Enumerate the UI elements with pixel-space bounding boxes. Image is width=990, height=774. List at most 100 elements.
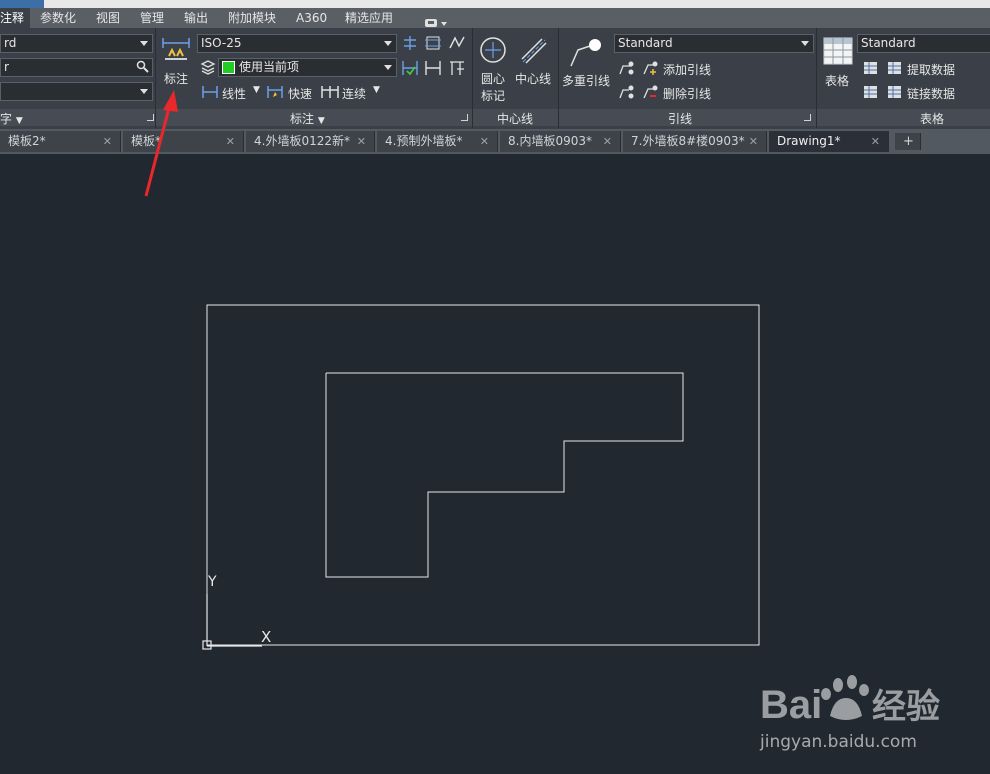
dimension-big-icon[interactable] <box>161 36 191 70</box>
panel-separator <box>558 28 559 128</box>
linear-dim-icon[interactable] <box>201 84 219 104</box>
text-panel-title[interactable]: 字 ▼ <box>0 110 23 127</box>
center-mark-label-1[interactable]: 圆心 <box>481 70 505 87</box>
leader-panel-launcher-icon[interactable] <box>804 114 811 121</box>
linear-dim-label[interactable]: 线性 <box>222 85 246 102</box>
close-icon[interactable]: ✕ <box>871 131 880 152</box>
table-style-combo[interactable]: Standard <box>857 34 990 53</box>
tab-parametric[interactable]: 参数化 <box>40 8 76 28</box>
doc-tab[interactable]: 模板2* ✕ <box>0 131 121 152</box>
dim-break-icon[interactable] <box>401 34 419 56</box>
ucs-icon <box>202 594 262 650</box>
extract-data-icon[interactable] <box>886 60 904 80</box>
leader-style-combo[interactable]: Standard <box>614 34 814 53</box>
tab-addins[interactable]: 附加模块 <box>228 8 276 28</box>
continue-dim-icon[interactable] <box>320 84 340 104</box>
svg-text:经验: 经验 <box>872 687 940 726</box>
close-icon[interactable]: ✕ <box>103 131 112 152</box>
dim-panel-title[interactable]: 标注 ▼ <box>290 110 325 127</box>
tab-manage[interactable]: 管理 <box>140 8 164 28</box>
text-height-value: r <box>4 60 9 74</box>
doc-tab-label: 4.预制外墙板* <box>385 134 463 148</box>
multileader-icon[interactable] <box>568 36 604 74</box>
tab-featured-apps[interactable]: 精选应用 <box>345 8 393 28</box>
text-height-combo[interactable]: r <box>0 58 153 77</box>
add-leader-label[interactable]: 添加引线 <box>663 61 711 78</box>
link-data-icon[interactable] <box>886 84 904 104</box>
table-panel-title: 表格 <box>920 112 945 126</box>
layer-stack-icon[interactable] <box>200 59 216 79</box>
close-icon[interactable]: ✕ <box>357 131 366 152</box>
quick-access-accent <box>0 0 44 8</box>
dim-panel-launcher-icon[interactable] <box>461 114 468 121</box>
doc-tab-label: Drawing1* <box>777 134 841 148</box>
doc-tab[interactable]: 4.外墙板0122新* ✕ <box>246 131 375 152</box>
close-icon[interactable]: ✕ <box>480 131 489 152</box>
doc-tab[interactable]: 8.内墙板0903* ✕ <box>500 131 621 152</box>
remove-leader-icon[interactable] <box>641 84 659 104</box>
window-top-strip <box>0 0 990 8</box>
quick-dim-icon[interactable] <box>266 84 284 104</box>
baidu-watermark: Bai 经验 jingyan.baidu.com <box>760 670 975 760</box>
tab-a360[interactable]: A360 <box>296 8 327 28</box>
table-label[interactable]: 表格 <box>825 72 849 89</box>
dim-layer-combo[interactable]: 使用当前项 <box>218 58 397 77</box>
center-mark-label-2[interactable]: 标记 <box>481 87 505 104</box>
continue-dropdown-icon[interactable]: ▼ <box>373 85 380 95</box>
doc-tab[interactable]: 4.预制外墙板* ✕ <box>377 131 498 152</box>
tab-output[interactable]: 输出 <box>184 8 208 28</box>
text-panel-title-label: 字 <box>0 112 13 126</box>
linear-dropdown-icon[interactable]: ▼ <box>253 85 260 95</box>
dim-inspect-icon[interactable] <box>424 34 442 56</box>
add-leader-icon[interactable] <box>641 60 659 80</box>
centerline-panel-title: 中心线 <box>497 112 534 126</box>
dim-layer-value: 使用当前项 <box>239 60 300 74</box>
new-tab-button[interactable]: + <box>895 133 921 150</box>
text-panel-launcher-icon[interactable] <box>147 114 154 121</box>
center-mark-icon[interactable] <box>478 35 508 69</box>
doc-tab-active[interactable]: Drawing1* ✕ <box>769 131 889 152</box>
collect-leader-icon[interactable] <box>617 84 635 104</box>
leader-style-value: Standard <box>618 36 673 50</box>
extract-data-label[interactable]: 提取数据 <box>907 61 955 78</box>
baidu-paw-logo: Bai 经验 <box>760 675 940 727</box>
link-data-small-icon[interactable] <box>862 84 880 104</box>
continue-dim-label[interactable]: 连续 <box>342 85 366 102</box>
dim-adjust-icon[interactable] <box>401 59 419 81</box>
doc-tab-label: 模板2* <box>8 134 46 148</box>
ucs-x-label: X <box>261 628 272 646</box>
tab-annotate[interactable]: 注释 <box>0 8 30 28</box>
centerline-label[interactable]: 中心线 <box>515 70 551 87</box>
text-style-combo[interactable]: rd <box>0 34 153 53</box>
doc-tab-label: 7.外墙板8#楼0903* <box>631 134 745 148</box>
layer-color-swatch <box>222 61 235 74</box>
close-icon[interactable]: ✕ <box>603 131 612 152</box>
dim-jog-icon[interactable] <box>448 34 466 56</box>
doc-tab[interactable]: 7.外墙板8#楼0903* ✕ <box>623 131 767 152</box>
close-icon[interactable]: ✕ <box>749 131 758 152</box>
table-style-value: Standard <box>861 36 916 50</box>
centerline-icon[interactable] <box>518 35 548 69</box>
tab-view[interactable]: 视图 <box>96 8 120 28</box>
dim-space-icon[interactable] <box>424 59 442 81</box>
outer-rectangle <box>206 304 760 646</box>
text-style-value: rd <box>4 36 17 50</box>
dim-style-combo[interactable]: ISO-25 <box>197 34 397 53</box>
doc-tab-label: 4.外墙板0122新* <box>254 134 350 148</box>
remove-leader-label[interactable]: 删除引线 <box>663 85 711 102</box>
table-icon[interactable] <box>823 37 853 69</box>
doc-tab[interactable]: 模板* ✕ <box>123 131 244 152</box>
dim-update-icon[interactable] <box>448 59 466 81</box>
multileader-label[interactable]: 多重引线 <box>562 72 610 89</box>
dim-panel-title-label: 标注 <box>290 112 315 126</box>
close-icon[interactable]: ✕ <box>226 131 235 152</box>
find-text-icon[interactable] <box>136 60 150 76</box>
quick-dim-label[interactable]: 快速 <box>288 85 312 102</box>
panel-separator <box>472 28 473 128</box>
ribbon-tab-bar: 注释 参数化 视图 管理 输出 附加模块 A360 精选应用 <box>0 8 990 28</box>
text-extra-combo[interactable] <box>0 82 153 101</box>
extract-data-small-icon[interactable] <box>862 60 880 80</box>
link-data-label[interactable]: 链接数据 <box>907 85 955 102</box>
align-leader-icon[interactable] <box>617 60 635 80</box>
dimension-button-label[interactable]: 标注 <box>164 70 188 87</box>
